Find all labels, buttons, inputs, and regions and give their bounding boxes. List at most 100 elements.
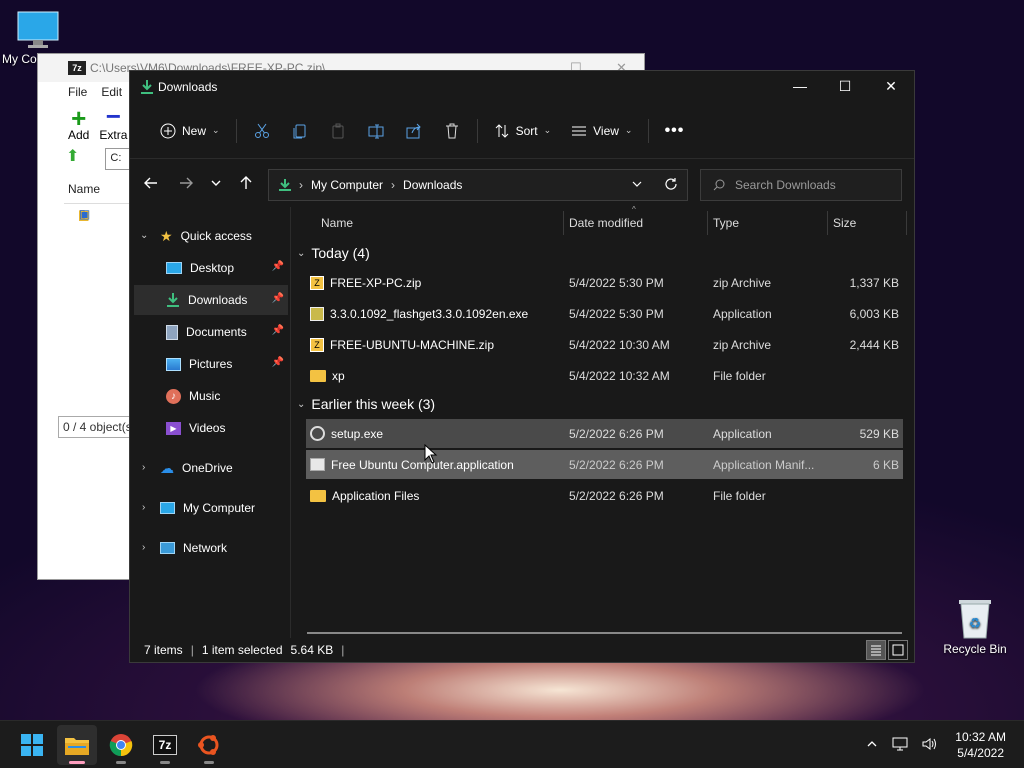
- group-header-earlier-this-week[interactable]: ⌄ Earlier this week (3): [297, 396, 435, 412]
- delete-button[interactable]: [433, 115, 471, 147]
- refresh-icon[interactable]: [664, 177, 678, 194]
- taskbar-ubuntu-app[interactable]: [189, 725, 229, 765]
- recent-locations-button[interactable]: [204, 171, 228, 195]
- toolbar-separator: [648, 118, 650, 143]
- taskbar-clock[interactable]: 10:32 AM 5/4/2022: [955, 729, 1006, 761]
- column-header-type[interactable]: Type: [713, 207, 739, 239]
- chevron-right-icon[interactable]: ›: [142, 542, 145, 553]
- copy-button[interactable]: [281, 115, 319, 147]
- taskbar-7zip[interactable]: 7z: [145, 725, 185, 765]
- explorer-titlebar[interactable]: Downloads — ☐ ✕: [130, 71, 914, 103]
- sidebar-item-pictures[interactable]: Pictures 📌: [166, 349, 288, 379]
- monitor-icon: [160, 502, 175, 514]
- file-row[interactable]: xp 5/4/2022 10:32 AM File folder: [306, 361, 903, 390]
- minimize-button[interactable]: —: [777, 71, 823, 101]
- status-item-count: 7 items: [144, 643, 183, 657]
- sidebar-item-music[interactable]: ♪ Music: [166, 381, 288, 411]
- sidebar-item-network[interactable]: Network: [160, 533, 288, 563]
- up-folder-icon[interactable]: ⬆: [66, 146, 79, 166]
- file-row[interactable]: 3.3.0.1092_flashget3.3.0.1092en.exe 5/4/…: [306, 299, 903, 328]
- column-header-name[interactable]: Name: [321, 207, 353, 239]
- rename-button[interactable]: [357, 115, 395, 147]
- file-row[interactable]: setup.exe 5/2/2022 6:26 PM Application 5…: [306, 419, 903, 448]
- chevron-right-icon[interactable]: ›: [142, 502, 145, 513]
- tiles-view-icon: [892, 644, 904, 656]
- sidebar-item-onedrive[interactable]: ☁ OneDrive: [160, 453, 288, 483]
- menu-edit[interactable]: Edit: [101, 85, 122, 99]
- address-dropdown-icon[interactable]: [631, 178, 643, 193]
- chevron-up-icon[interactable]: [866, 738, 878, 753]
- network-status-icon[interactable]: [892, 737, 908, 754]
- file-explorer-window[interactable]: Downloads — ☐ ✕ New ⌄ Sort ⌄ View ⌄ ••• …: [129, 70, 915, 663]
- sidebar-item-label: Network: [183, 541, 228, 555]
- monitor-icon: [17, 11, 59, 48]
- cut-button[interactable]: [243, 115, 281, 147]
- sidebar-item-videos[interactable]: ▶ Videos: [166, 413, 288, 443]
- chevron-right-icon[interactable]: ›: [142, 462, 145, 473]
- file-name: FREE-XP-PC.zip: [330, 275, 422, 290]
- more-options-button[interactable]: •••: [655, 115, 693, 147]
- group-label: Today (4): [311, 245, 370, 261]
- forward-button[interactable]: [174, 171, 198, 195]
- column-divider[interactable]: [906, 211, 907, 235]
- column-divider[interactable]: [563, 211, 564, 235]
- running-indicator: [69, 761, 85, 764]
- breadcrumb-downloads[interactable]: Downloads: [403, 178, 462, 192]
- seven-zip-status: 0 / 4 object(s: [58, 416, 138, 438]
- sidebar-item-my-computer[interactable]: My Computer: [160, 493, 288, 523]
- view-button[interactable]: View ⌄: [561, 115, 642, 147]
- taskbar-file-explorer[interactable]: [57, 725, 97, 765]
- tiles-view-button[interactable]: [888, 640, 908, 660]
- window-title: Downloads: [158, 80, 218, 94]
- seven-zip-icon: 7z: [153, 735, 177, 755]
- column-name[interactable]: Name: [64, 182, 134, 204]
- file-type: File folder: [713, 368, 766, 383]
- sidebar-item-label: Desktop: [190, 261, 235, 275]
- details-view-button[interactable]: [866, 640, 886, 660]
- start-button[interactable]: [12, 725, 52, 765]
- navigation-bar: › My Computer › Downloads Search Downloa…: [130, 159, 914, 205]
- sidebar-item-documents[interactable]: Documents 📌: [166, 317, 288, 347]
- extract-button[interactable]: − Extra: [99, 103, 127, 142]
- up-button[interactable]: [234, 171, 258, 195]
- sidebar-item-desktop[interactable]: Desktop 📌: [166, 253, 288, 283]
- file-row[interactable]: Z FREE-XP-PC.zip 5/4/2022 5:30 PM zip Arc…: [306, 268, 903, 297]
- column-divider[interactable]: [707, 211, 708, 235]
- desktop-icon-recycle-bin[interactable]: ♻ Recycle Bin: [935, 596, 1015, 656]
- sort-button[interactable]: Sort ⌄: [484, 115, 562, 147]
- sidebar-item-label: Pictures: [189, 357, 233, 371]
- file-row-selected[interactable]: Free Ubuntu Computer.application 5/2/202…: [306, 450, 903, 479]
- maximize-button[interactable]: ☐: [822, 71, 868, 101]
- breadcrumb-my-computer[interactable]: My Computer: [311, 178, 383, 192]
- taskbar-chrome[interactable]: [101, 725, 141, 765]
- folder-icon: [310, 369, 326, 382]
- new-button[interactable]: New ⌄: [150, 115, 230, 147]
- plus-circle-icon: [160, 123, 176, 138]
- volume-icon[interactable]: [922, 737, 938, 754]
- close-button[interactable]: ✕: [868, 71, 914, 101]
- running-indicator: [204, 761, 214, 764]
- back-button[interactable]: [139, 171, 163, 195]
- menu-file[interactable]: File: [68, 85, 87, 99]
- arrow-left-icon: [144, 177, 157, 189]
- paste-button[interactable]: [319, 115, 357, 147]
- chevron-down-icon[interactable]: ⌄: [140, 230, 148, 241]
- sidebar-item-downloads[interactable]: Downloads 📌: [134, 285, 288, 315]
- group-header-today[interactable]: ⌄ Today (4): [297, 245, 370, 261]
- file-row[interactable]: Application Files 5/2/2022 6:26 PM File …: [306, 481, 903, 510]
- file-row[interactable]: Z FREE-UBUNTU-MACHINE.zip 5/4/2022 10:30 …: [306, 330, 903, 359]
- sidebar-item-quick-access[interactable]: ★ Quick access: [160, 221, 288, 251]
- horizontal-scrollbar[interactable]: [307, 632, 902, 634]
- address-bar[interactable]: › My Computer › Downloads: [268, 169, 688, 201]
- application-manifest-icon: [310, 458, 325, 471]
- search-box[interactable]: Search Downloads: [700, 169, 902, 201]
- add-button[interactable]: + Add: [68, 105, 89, 142]
- column-divider[interactable]: [827, 211, 828, 235]
- column-header-size[interactable]: Size: [833, 207, 856, 239]
- search-icon: [713, 179, 725, 191]
- share-button[interactable]: [395, 115, 433, 147]
- file-size: 529 KB: [859, 426, 899, 441]
- status-selected-size: 5.64 KB: [290, 643, 334, 657]
- file-type: zip Archive: [713, 275, 772, 290]
- chevron-down-icon: ⌄: [297, 398, 306, 410]
